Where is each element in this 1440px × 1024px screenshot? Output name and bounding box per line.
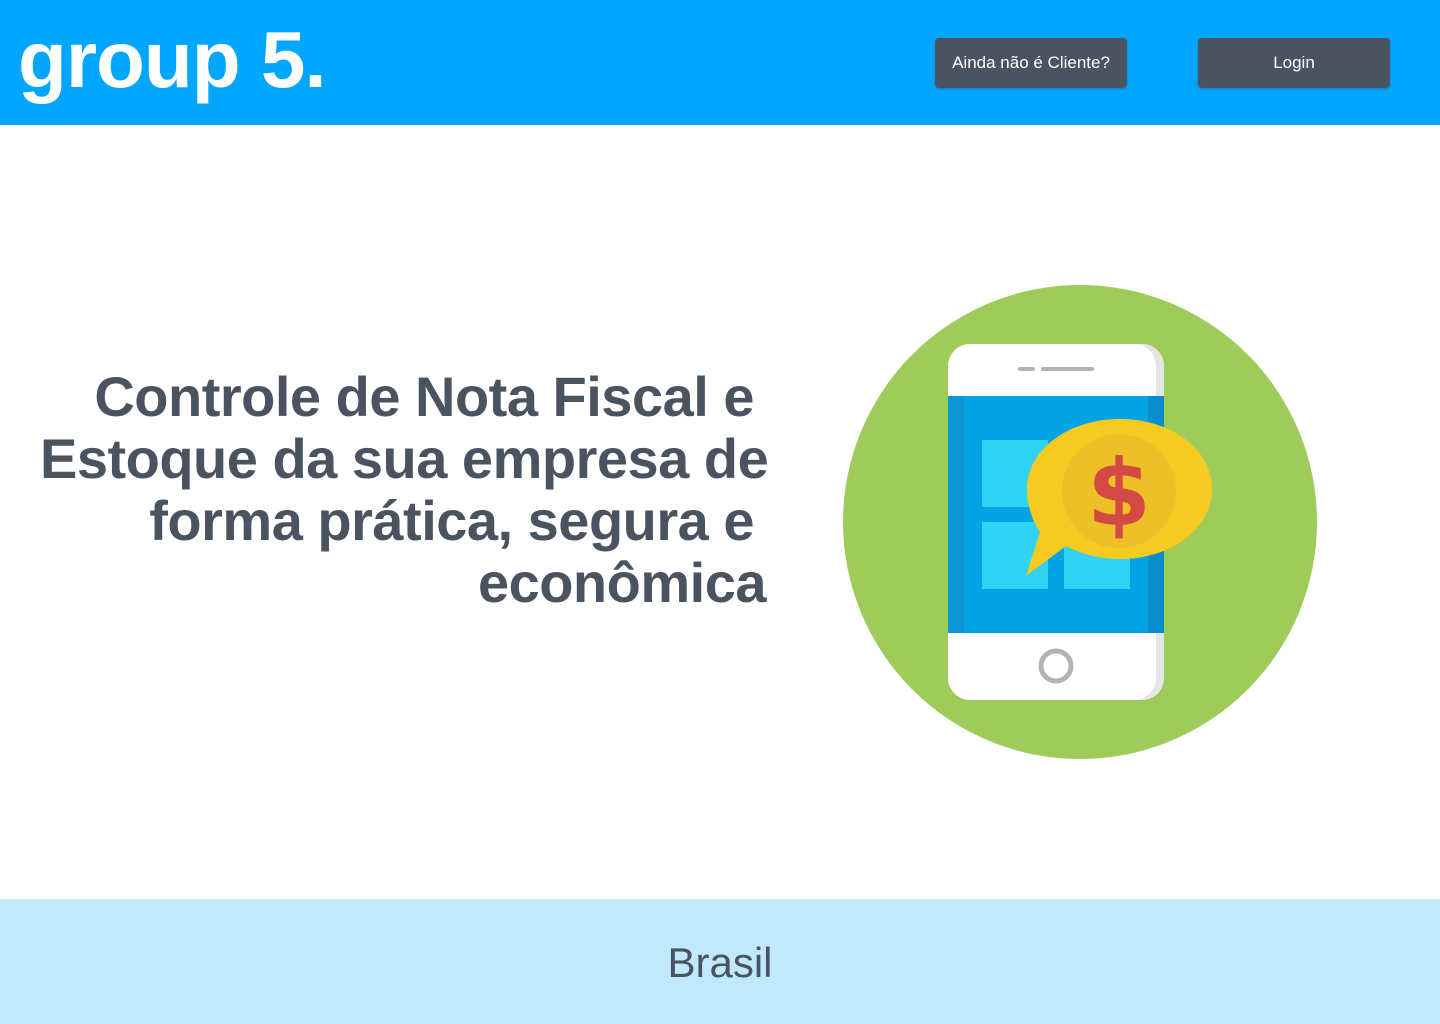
phone-money-icon: $ [843, 285, 1317, 759]
hero-headline: Controle de Nota Fiscal e Estoque da sua… [40, 365, 769, 614]
brand-logo[interactable]: group 5. [18, 14, 327, 106]
phone-speaker-dot [1018, 367, 1035, 371]
phone-speaker [1041, 367, 1094, 371]
footer-country: Brasil [667, 938, 773, 986]
hero-line: econômica [477, 551, 767, 614]
phone-screen-left-shade [948, 396, 964, 633]
hero-line: Controle de Nota Fiscal e [94, 365, 754, 428]
hero-line: Estoque da sua empresa de [40, 427, 769, 490]
signup-button[interactable]: Ainda não é Cliente? [935, 38, 1127, 88]
login-button[interactable]: Login [1198, 38, 1390, 88]
hero-line: forma prática, segura e [149, 489, 754, 552]
dollar-sign: $ [1087, 440, 1151, 547]
top-header: group 5. Ainda não é Cliente? Login [0, 0, 1440, 125]
footer: Brasil [0, 899, 1440, 1024]
